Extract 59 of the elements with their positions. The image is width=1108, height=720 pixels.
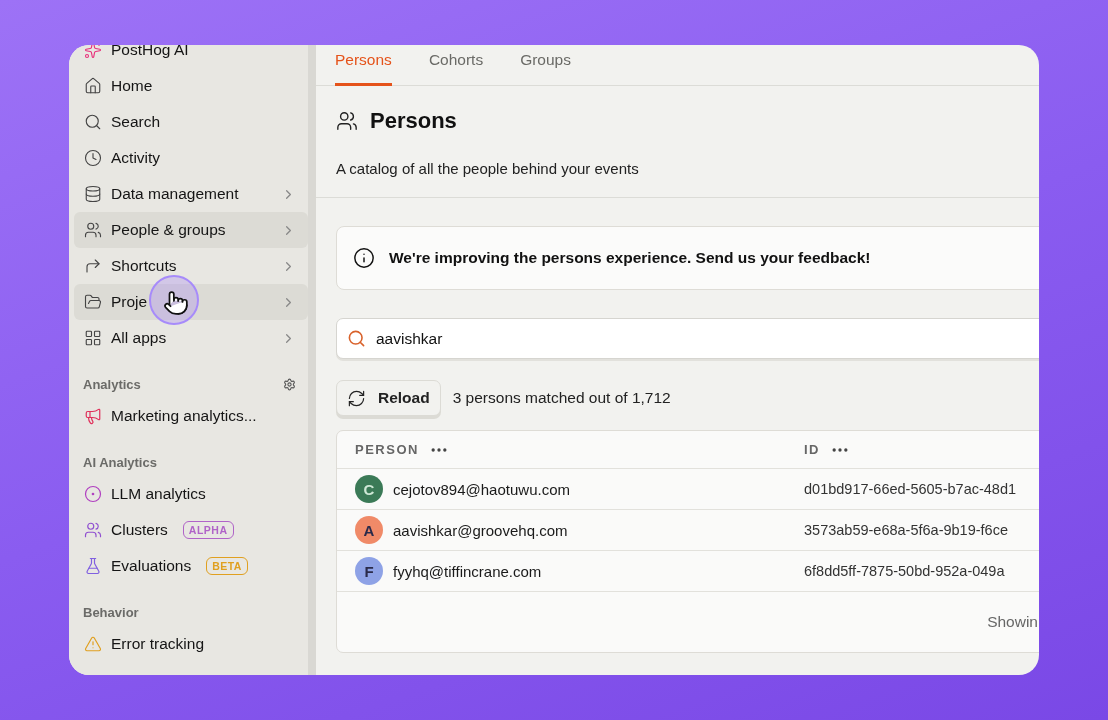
pagination-text: Showin — [987, 613, 1038, 631]
pointer-cursor-icon — [163, 290, 189, 316]
database-icon — [84, 185, 102, 203]
people-icon — [84, 221, 102, 239]
status-badge: ALPHA — [182, 521, 234, 539]
column-header: PERSON — [355, 442, 419, 457]
sidebar-item[interactable]: Activity — [74, 140, 308, 176]
arrow-icon — [84, 257, 102, 275]
id-cell: 3573ab59-e68a-5f6a-9b19-f6ce — [804, 522, 1008, 538]
page-title: Persons — [370, 108, 457, 134]
grid-icon — [84, 329, 102, 347]
sidebar-item[interactable]: Data management — [74, 176, 308, 212]
tab[interactable]: Cohorts — [428, 45, 484, 86]
match-count: 3 persons matched out of 1,712 — [452, 389, 671, 407]
target-icon — [84, 485, 102, 503]
megaphone-icon — [84, 407, 102, 425]
avatar: C — [355, 475, 383, 503]
sidebar-item[interactable]: Search — [74, 104, 308, 140]
banner-text: We're improving the persons experience. Send us your feedback! — [389, 249, 871, 267]
home-icon — [84, 77, 102, 95]
reload-icon — [347, 388, 366, 408]
settings-icon[interactable] — [283, 377, 296, 391]
sidebar-item[interactable]: Evaluations BETA — [74, 548, 308, 584]
section-title: Analytics — [83, 376, 141, 392]
reload-button[interactable]: Reload — [336, 380, 441, 416]
page-subtitle: A catalog of all the people behind your events — [336, 160, 640, 177]
status-badge: BETA — [206, 557, 248, 575]
sidebar-item[interactable]: PostHog AI — [74, 45, 308, 68]
sidebar-item[interactable]: People & groups — [74, 212, 308, 248]
flask-icon — [84, 557, 102, 575]
people-icon — [84, 521, 102, 539]
sidebar-item[interactable]: Marketing analytics... — [74, 398, 308, 434]
column-header: ID — [804, 442, 820, 457]
sidebar-item[interactable]: Proje — [74, 284, 308, 320]
sparkle-icon — [84, 45, 102, 59]
people-icon — [336, 110, 358, 132]
email-cell: fyyhq@tiffincrane.com — [393, 562, 542, 580]
search-icon — [84, 113, 102, 131]
email-cell: cejotov894@haotuwu.com — [393, 480, 570, 498]
search-icon — [347, 329, 366, 348]
warning-icon — [84, 635, 102, 653]
info-icon — [353, 247, 375, 269]
avatar: A — [355, 516, 383, 544]
id-cell: d01bd917-66ed-5605-b7ac-48d1 — [804, 481, 1017, 497]
email-cell: aavishkar@groovehq.com — [393, 521, 568, 539]
search-field[interactable]: aavishkar — [336, 318, 1039, 359]
folder-icon — [84, 293, 102, 311]
sidebar-item[interactable]: All apps — [74, 320, 308, 356]
sidebar-item[interactable]: LLM analytics — [74, 476, 308, 512]
sidebar-item[interactable]: Shortcuts — [74, 248, 308, 284]
sidebar-item[interactable]: Error tracking — [74, 626, 308, 662]
clock-icon — [84, 149, 102, 167]
avatar: F — [355, 557, 383, 585]
id-cell: 6f8dd5ff-7875-50bd-952a-049a — [804, 563, 1005, 579]
sidebar-item[interactable]: Clusters ALPHA — [74, 512, 308, 548]
section-title: Behavior — [83, 604, 139, 620]
sidebar-item[interactable]: Home — [74, 68, 308, 104]
tab[interactable]: Groups — [520, 45, 571, 86]
section-title: AI Analytics — [83, 454, 157, 470]
